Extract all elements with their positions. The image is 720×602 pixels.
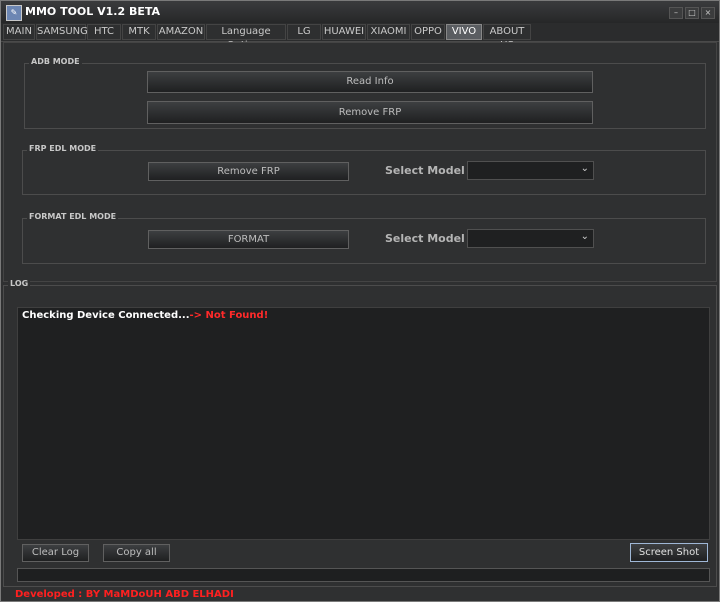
frp-edl-mode-title: FRP EDL MODE — [27, 144, 99, 153]
close-button[interactable]: × — [701, 7, 715, 19]
tab-main[interactable]: MAIN — [3, 24, 35, 40]
log-line: Checking Device Connected...-> Not Found… — [22, 310, 268, 321]
tab-lg[interactable]: LG — [287, 24, 321, 40]
tab-bar: MAIN SAMSUNG HTC MTK AMAZON Language Opt… — [1, 23, 719, 51]
tab-mtk[interactable]: MTK — [122, 24, 156, 40]
frp-edl-remove-frp-button[interactable]: Remove FRP — [148, 162, 349, 181]
minimize-button[interactable]: – — [669, 7, 683, 19]
clear-log-button[interactable]: Clear Log — [22, 544, 89, 562]
tab-xiaomi[interactable]: XIAOMI — [367, 24, 410, 40]
tab-amazon[interactable]: AMAZON — [157, 24, 205, 40]
format-edl-mode-title: FORMAT EDL MODE — [27, 212, 119, 221]
chevron-down-icon: ⌄ — [580, 163, 589, 174]
tab-samsung[interactable]: SAMSUNG — [36, 24, 88, 40]
adb-mode-title: ADB MODE — [29, 57, 82, 66]
title-bar: ✎ MMO TOOL V1.2 BETA – □ × — [1, 1, 719, 23]
progress-bar — [17, 568, 710, 582]
frp-model-select[interactable]: ⌄ — [467, 161, 594, 180]
developer-credit: Developed : BY MaMDoUH ABD ELHADI — [15, 589, 234, 600]
app-window: ✎ MMO TOOL V1.2 BETA – □ × MAIN SAMSUNG … — [0, 0, 720, 602]
tab-htc[interactable]: HTC — [87, 24, 121, 40]
window-title: MMO TOOL V1.2 BETA — [25, 5, 161, 18]
tab-huawei[interactable]: HUAWEI — [322, 24, 366, 40]
log-status: -> Not Found! — [189, 310, 269, 321]
tab-language-options[interactable]: Language Options — [206, 24, 286, 51]
format-model-select[interactable]: ⌄ — [467, 229, 594, 248]
format-button[interactable]: FORMAT — [148, 230, 349, 249]
vivo-panel: ADB MODE Read Info Remove FRP FRP EDL MO… — [3, 42, 717, 282]
maximize-button[interactable]: □ — [685, 7, 699, 19]
tab-vivo[interactable]: VIVO — [446, 24, 482, 40]
log-message: Checking Device Connected... — [22, 310, 190, 321]
log-output[interactable]: Checking Device Connected...-> Not Found… — [17, 307, 710, 540]
adb-mode-group: ADB MODE Read Info Remove FRP — [24, 57, 706, 129]
copy-all-button[interactable]: Copy all — [103, 544, 170, 562]
app-logo-icon: ✎ — [6, 5, 22, 21]
screen-shot-button[interactable]: Screen Shot — [630, 543, 708, 562]
format-edl-mode-group: FORMAT EDL MODE FORMAT Select Model : ⌄ — [22, 212, 706, 264]
tab-about-us[interactable]: ABOUT US — [483, 24, 531, 51]
adb-remove-frp-button[interactable]: Remove FRP — [147, 101, 593, 124]
format-select-model-label: Select Model : — [385, 232, 474, 245]
tab-oppo[interactable]: OPPO — [411, 24, 445, 40]
log-title: LOG — [8, 279, 31, 288]
chevron-down-icon: ⌄ — [580, 231, 589, 242]
frp-edl-mode-group: FRP EDL MODE Remove FRP Select Model : ⌄ — [22, 144, 706, 195]
read-info-button[interactable]: Read Info — [147, 71, 593, 93]
frp-select-model-label: Select Model : — [385, 164, 474, 177]
